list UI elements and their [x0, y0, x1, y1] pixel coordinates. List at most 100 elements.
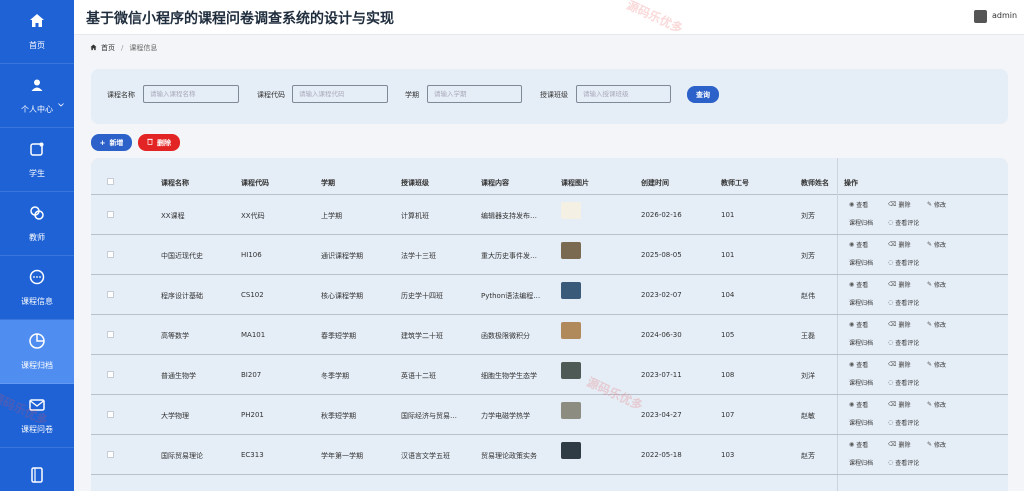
row-checkbox[interactable] [107, 451, 114, 458]
view-button[interactable]: ◉ 查看 [849, 400, 868, 409]
delete-row-button[interactable]: ⌫ 删除 [888, 320, 911, 329]
view-comments-button[interactable]: ◌ 查看评论 [888, 298, 919, 307]
view-button-label: 查看 [856, 402, 869, 409]
delete-row-button[interactable]: ⌫ 删除 [888, 360, 911, 369]
row-checkbox[interactable] [107, 251, 114, 258]
breadcrumb-home[interactable]: 首页 [101, 43, 115, 53]
edit-button[interactable]: ✎ 修改 [927, 360, 946, 369]
course-image[interactable] [561, 402, 581, 419]
view-button[interactable]: ◉ 查看 [849, 200, 868, 209]
view-comments-button-label: 查看评论 [895, 220, 920, 227]
delete-row-button[interactable]: ⌫ 删除 [888, 280, 911, 289]
cell-tno: 103 [721, 451, 735, 459]
view-comments-button-label: 查看评论 [895, 420, 920, 427]
delete-row-button[interactable]: ⌫ 删除 [888, 400, 911, 409]
comments-icon: ◌ [888, 219, 894, 226]
column-header: 创建时间 [641, 179, 669, 187]
edit-button-label: 修改 [934, 242, 947, 249]
course-name-input[interactable]: 请输入课程名称 [143, 85, 239, 103]
cell-code: MA101 [241, 331, 266, 339]
column-header: 教师工号 [721, 179, 749, 187]
chevron-down-icon [58, 92, 64, 111]
edit-button[interactable]: ✎ 修改 [927, 320, 946, 329]
page-title: 基于微信小程序的课程问卷调查系统的设计与实现 [86, 11, 394, 27]
archive-button[interactable]: 课程归档 [849, 218, 873, 227]
comments-icon: ◌ [888, 299, 894, 306]
view-button[interactable]: ◉ 查看 [849, 360, 868, 369]
cell-code: EC313 [241, 451, 264, 459]
course-image[interactable] [561, 322, 581, 339]
archive-button[interactable]: 课程归档 [849, 418, 873, 427]
sidebar-item-course-archive[interactable]: 课程归档 [0, 320, 74, 384]
edit-button[interactable]: ✎ 修改 [927, 400, 946, 409]
row-checkbox[interactable] [107, 331, 114, 338]
view-comments-button[interactable]: ◌ 查看评论 [888, 218, 919, 227]
cell-tno: 101 [721, 211, 735, 219]
edit-button[interactable]: ✎ 修改 [927, 440, 946, 449]
term-input[interactable]: 请输入学期 [427, 85, 522, 103]
delete-row-button[interactable]: ⌫ 删除 [888, 200, 911, 209]
course-code-input[interactable]: 请输入课程代码 [292, 85, 388, 103]
delete-row-button[interactable]: ⌫ 删除 [888, 440, 911, 449]
edit-button[interactable]: ✎ 修改 [927, 280, 946, 289]
cell-term: 核心课程学期 [321, 292, 363, 300]
edit-button[interactable]: ✎ 修改 [927, 200, 946, 209]
cell-name: 中国近现代史 [161, 252, 203, 260]
course-image[interactable] [561, 442, 581, 459]
archive-button[interactable]: 课程归档 [849, 378, 873, 387]
sidebar-item-teachers[interactable]: 教师 [0, 192, 74, 256]
table-row: 普通生物学 BI207 冬季学期 英语十二班 细胞生物学生态学 2023-07-11 108… [91, 355, 1008, 395]
view-comments-button[interactable]: ◌ 查看评论 [888, 338, 919, 347]
class-input[interactable]: 请输入授课班级 [576, 85, 671, 103]
sidebar-item-course-info[interactable]: 课程信息 [0, 256, 74, 320]
archive-button[interactable]: 课程归档 [849, 298, 873, 307]
add-button[interactable]: + 新增 [91, 134, 132, 151]
sidebar-item-students[interactable]: 学生 [0, 128, 74, 192]
sidebar-item-course-survey[interactable]: 课程问卷 [0, 384, 74, 448]
edit-icon: ✎ [927, 241, 933, 248]
select-all-checkbox[interactable] [107, 178, 114, 185]
delete-icon: ⌫ [888, 281, 897, 288]
delete-row-button-label: 删除 [898, 402, 911, 409]
archive-button[interactable]: 课程归档 [849, 338, 873, 347]
cell-created: 2023-04-27 [641, 411, 682, 419]
course-table: 课程名称 课程代码 学期 授课班级 课程内容 课程图片 创建时间 教师工号 教师… [91, 158, 1008, 491]
delete-row-button[interactable]: ⌫ 删除 [888, 240, 911, 249]
column-header: 课程内容 [481, 179, 509, 187]
course-image[interactable] [561, 362, 581, 379]
search-button[interactable]: 查询 [687, 86, 719, 103]
delete-button[interactable]: 删除 [138, 134, 180, 151]
course-image[interactable] [561, 202, 581, 219]
table-row: 大学物理 PH201 秋季短学期 国际经济与贸易… 力学电磁学热学 2023-04-27 1… [91, 395, 1008, 435]
view-comments-button[interactable]: ◌ 查看评论 [888, 418, 919, 427]
edit-icon: ✎ [927, 321, 933, 328]
edit-button[interactable]: ✎ 修改 [927, 240, 946, 249]
edit-icon: ✎ [927, 201, 933, 208]
username[interactable]: admin [992, 11, 1017, 20]
avatar[interactable] [974, 10, 987, 23]
sidebar-item-home[interactable]: 首页 [0, 0, 74, 64]
view-button[interactable]: ◉ 查看 [849, 320, 868, 329]
view-comments-button[interactable]: ◌ 查看评论 [888, 258, 919, 267]
archive-button[interactable]: 课程归档 [849, 258, 873, 267]
view-comments-button[interactable]: ◌ 查看评论 [888, 458, 919, 467]
archive-button[interactable]: 课程归档 [849, 458, 873, 467]
sidebar-item-profile[interactable]: 个人中心 [0, 64, 74, 128]
view-button[interactable]: ◉ 查看 [849, 440, 868, 449]
cell-content: 编辑器支持发布… [481, 212, 537, 220]
course-image[interactable] [561, 242, 581, 259]
view-button[interactable]: ◉ 查看 [849, 240, 868, 249]
row-checkbox[interactable] [107, 371, 114, 378]
course-image[interactable] [561, 282, 581, 299]
sidebar-item-more[interactable] [0, 448, 74, 491]
cell-class: 英语十二班 [401, 372, 436, 380]
row-checkbox[interactable] [107, 411, 114, 418]
delete-icon: ⌫ [888, 321, 897, 328]
view-button[interactable]: ◉ 查看 [849, 280, 868, 289]
view-icon: ◉ [849, 281, 855, 288]
view-comments-button[interactable]: ◌ 查看评论 [888, 378, 919, 387]
row-checkbox[interactable] [107, 291, 114, 298]
cell-content: 贸易理论政策实务 [481, 452, 537, 460]
edit-icon: ✎ [927, 401, 933, 408]
row-checkbox[interactable] [107, 211, 114, 218]
